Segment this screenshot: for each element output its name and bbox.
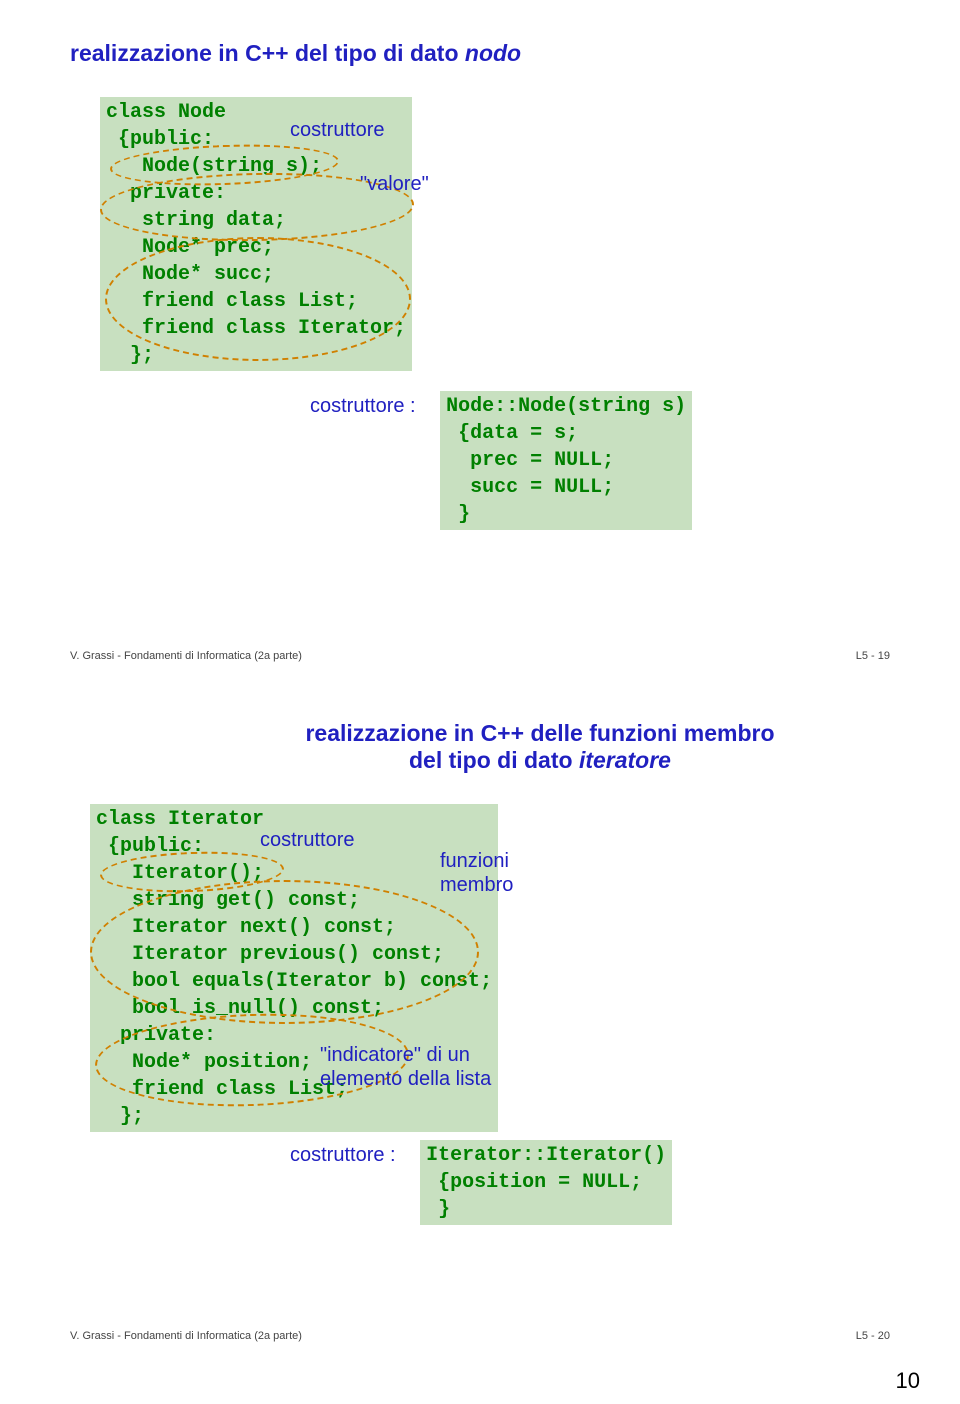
slide-2: realizzazione in C++ delle funzioni memb…: [0, 680, 960, 1360]
annotation-label-indicatore: "indicatore" di un: [320, 1044, 470, 1067]
slide1-constructor-block: costruttore : Node::Node(string s) {data…: [310, 391, 890, 530]
code-line: prec = NULL;: [446, 447, 686, 474]
code-line: {data = s;: [446, 420, 686, 447]
slide2-ctor-label: costruttore :: [290, 1144, 396, 1167]
code-line: Node* succ;: [106, 261, 406, 288]
code-line: }: [446, 501, 686, 528]
slide2-title-line1: realizzazione in C++ delle funzioni memb…: [305, 720, 774, 746]
code-line: {position = NULL;: [426, 1169, 666, 1196]
code-line: Node* prec;: [106, 234, 406, 261]
code-line: friend class Iterator;: [106, 315, 406, 342]
footer-left: V. Grassi - Fondamenti di Informatica (2…: [70, 1330, 302, 1342]
slide2-title-line2-plain: del tipo di dato: [409, 747, 579, 773]
slide1-footer: V. Grassi - Fondamenti di Informatica (2…: [70, 650, 890, 662]
slide2-title: realizzazione in C++ delle funzioni memb…: [190, 720, 890, 774]
annotation-label-elemento: elemento della lista: [320, 1068, 491, 1091]
annotation-label-valore: "valore": [360, 173, 429, 196]
code-line: }: [426, 1196, 666, 1223]
annotation-label-funzioni: funzioni: [440, 850, 509, 873]
slide2-footer: V. Grassi - Fondamenti di Informatica (2…: [70, 1330, 890, 1342]
code-line: bool is_null() const;: [96, 995, 492, 1022]
slide2-constructor-block: costruttore : Iterator::Iterator() {posi…: [290, 1140, 890, 1225]
annotation-label-membro: membro: [440, 874, 513, 897]
code-line: string get() const;: [96, 887, 492, 914]
code-line: bool equals(Iterator b) const;: [96, 968, 492, 995]
code-line: };: [106, 342, 406, 369]
code-line: };: [96, 1103, 492, 1130]
slide2-title-line2-italic: iteratore: [579, 747, 671, 773]
slide2-code-wrapper: class Iterator {public: Iterator(); stri…: [90, 804, 890, 1132]
slide1-title-plain: realizzazione in C++ del tipo di dato: [70, 40, 465, 66]
code-line: Iterator::Iterator(): [426, 1142, 666, 1169]
footer-right: L5 - 19: [856, 650, 890, 662]
page: realizzazione in C++ del tipo di dato no…: [0, 0, 960, 1394]
annotation-label-costruttore2: costruttore: [260, 829, 354, 852]
slide-1: realizzazione in C++ del tipo di dato no…: [0, 0, 960, 680]
code-line: Iterator previous() const;: [96, 941, 492, 968]
page-number: 10: [0, 1368, 920, 1394]
footer-right: L5 - 20: [856, 1330, 890, 1342]
code-line: string data;: [106, 207, 406, 234]
slide2-ctor-code: Iterator::Iterator() {position = NULL; }: [420, 1140, 672, 1225]
slide1-ctor-code: Node::Node(string s) {data = s; prec = N…: [440, 391, 692, 530]
slide1-title-italic: nodo: [465, 40, 521, 66]
code-line: succ = NULL;: [446, 474, 686, 501]
footer-left: V. Grassi - Fondamenti di Informatica (2…: [70, 650, 302, 662]
annotation-label-costruttore: costruttore: [290, 119, 384, 142]
slide1-title: realizzazione in C++ del tipo di dato no…: [70, 40, 890, 67]
code-line: Iterator();: [96, 860, 492, 887]
slide1-code-wrapper: class Node {public: Node(string s); priv…: [100, 97, 890, 371]
slide1-ctor-label: costruttore :: [310, 395, 416, 418]
code-line: Node::Node(string s): [446, 393, 686, 420]
code-line: Iterator next() const;: [96, 914, 492, 941]
code-line: friend class List;: [106, 288, 406, 315]
